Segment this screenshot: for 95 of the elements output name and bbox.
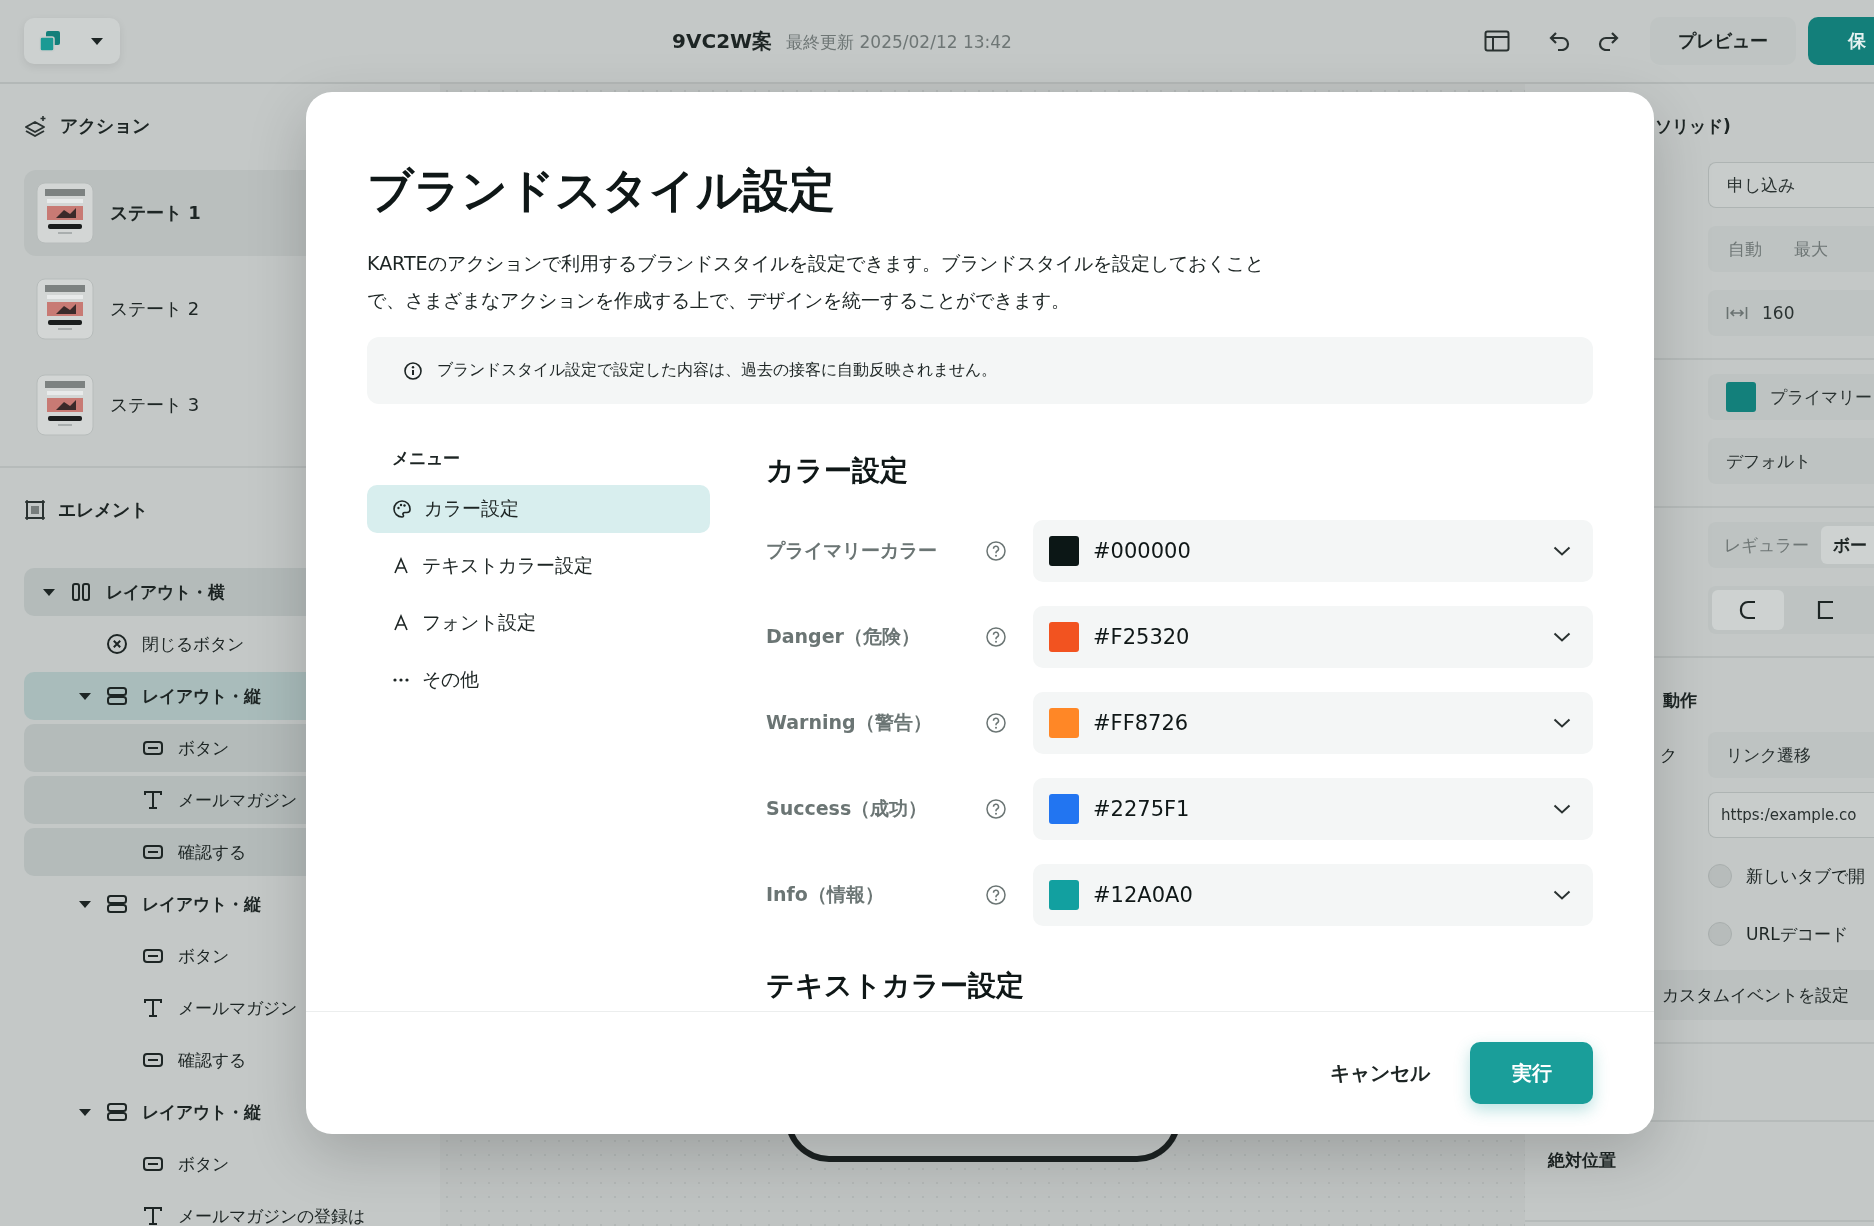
rows-icon (106, 893, 128, 915)
color-select[interactable]: #2275F1 (1033, 778, 1593, 840)
caret-icon (90, 36, 104, 46)
help-icon[interactable] (985, 540, 1007, 562)
color-label: Danger（危険） (766, 624, 921, 649)
color-select[interactable]: #12A0A0 (1033, 864, 1593, 926)
help-icon[interactable] (985, 884, 1007, 906)
rows-icon (106, 1101, 128, 1123)
logo-button[interactable] (24, 18, 120, 64)
button-shape-icon (142, 740, 164, 756)
letter-a-icon (392, 557, 410, 575)
font-weight-toggle[interactable]: レギュラー ボー (1708, 522, 1874, 568)
section-heading: テキストカラー設定 (766, 968, 1025, 1004)
label-field[interactable]: 申し込み (1708, 162, 1874, 208)
layers-icon (24, 115, 48, 137)
color-label: Warning（警告） (766, 710, 933, 735)
color-select[interactable]: #F25320 (1033, 606, 1593, 668)
square-corner-icon (1817, 600, 1835, 620)
chevron-down-icon (1553, 804, 1571, 814)
button-shape-icon (142, 844, 164, 860)
more-icon (392, 677, 410, 683)
color-label: Info（情報） (766, 882, 885, 907)
letter-a-icon (392, 614, 410, 632)
document-title: 9VC2W案 (672, 27, 773, 55)
tree-item[interactable]: 確認する (24, 1036, 440, 1084)
width-value: 160 (1762, 303, 1795, 323)
state-thumbnail-drawing (36, 278, 94, 340)
save-button[interactable]: 保 (1808, 17, 1874, 65)
help-icon[interactable] (985, 626, 1007, 648)
color-name: プライマリー (1770, 385, 1872, 409)
tree-item[interactable]: レイアウト・縦 (24, 1088, 440, 1136)
stacked-squares-icon (38, 29, 62, 53)
tree-item[interactable]: メールマガジン (24, 984, 440, 1032)
frame-icon (24, 499, 46, 521)
rounded-corner-icon (1739, 600, 1757, 620)
section-title: ソリッド) (1654, 115, 1732, 138)
chevron-down-icon (1553, 890, 1571, 900)
section-title: 動作 (1662, 689, 1698, 712)
close-circle-icon (106, 633, 128, 655)
chevron-down-icon (1553, 632, 1571, 642)
tree-item[interactable]: ボタン (24, 932, 440, 980)
columns-icon (70, 581, 92, 603)
redo-icon[interactable] (1596, 31, 1620, 51)
width-field[interactable]: 160 (1708, 290, 1874, 336)
color-value: #2275F1 (1093, 797, 1191, 821)
section-title: エレメント (58, 498, 148, 522)
font-weight-option[interactable]: ボー (1821, 526, 1874, 564)
color-select[interactable]: #FF8726 (1033, 692, 1593, 754)
button-shape-icon (142, 1052, 164, 1068)
cancel-button[interactable]: キャンセル (1320, 1049, 1440, 1097)
undo-icon[interactable] (1548, 31, 1572, 51)
checkbox-label: URLデコード (1746, 922, 1848, 946)
color-value: #FF8726 (1093, 711, 1190, 735)
rows-icon (106, 685, 128, 707)
variant-select[interactable]: デフォルト (1708, 438, 1874, 484)
section-heading: カラー設定 (766, 453, 909, 489)
menu-title: メニュー (391, 447, 461, 470)
button-shape-icon (142, 948, 164, 964)
section-title: アクション (60, 114, 150, 138)
tree-item[interactable]: レイアウト・縦 (24, 880, 440, 928)
palette-icon (392, 499, 412, 519)
width-icon (1726, 306, 1748, 320)
color-label: Success（成功） (766, 796, 929, 821)
checkbox[interactable] (1708, 922, 1732, 946)
color-value: #12A0A0 (1093, 883, 1194, 907)
last-updated-text: 最終更新 2025/02/12 13:42 (786, 30, 1012, 54)
color-label: プライマリーカラー (766, 538, 938, 563)
field-label: ク (1659, 743, 1678, 767)
url-field[interactable]: https:/example.co (1708, 792, 1874, 838)
text-icon (142, 789, 164, 811)
text-icon (142, 997, 164, 1019)
tree-item[interactable]: メールマガジンの登録は (24, 1192, 440, 1226)
info-icon (403, 360, 423, 381)
corner-option[interactable] (1712, 590, 1784, 630)
menu-item[interactable]: カラー設定 (367, 485, 710, 533)
checkbox[interactable] (1708, 864, 1732, 888)
color-value: #F25320 (1093, 625, 1191, 649)
state-thumbnail-drawing (36, 182, 94, 244)
chevron-down-icon (1553, 718, 1571, 728)
color-value: #000000 (1093, 539, 1192, 563)
help-icon[interactable] (985, 798, 1007, 820)
color-select[interactable]: #000000 (1033, 520, 1593, 582)
button-shape-icon (142, 1156, 164, 1172)
preview-button[interactable]: プレビュー (1650, 17, 1796, 65)
text-icon (142, 1205, 164, 1226)
state-thumbnail-drawing (36, 374, 94, 436)
color-select[interactable]: プライマリー (1708, 374, 1874, 420)
chevron-down-icon (1553, 546, 1571, 556)
section-title: 絶対位置 (1546, 1149, 1617, 1172)
link-type-select[interactable]: リンク遷移 (1708, 732, 1874, 778)
help-icon[interactable] (985, 712, 1007, 734)
layout-icon[interactable] (1484, 30, 1510, 52)
checkbox-label: 新しいタブで開 (1746, 864, 1865, 888)
tree-item[interactable]: ボタン (24, 1140, 440, 1188)
notice-text: ブランドスタイル設定で設定した内容は、過去の接客に自動反映されません。 (437, 360, 997, 381)
